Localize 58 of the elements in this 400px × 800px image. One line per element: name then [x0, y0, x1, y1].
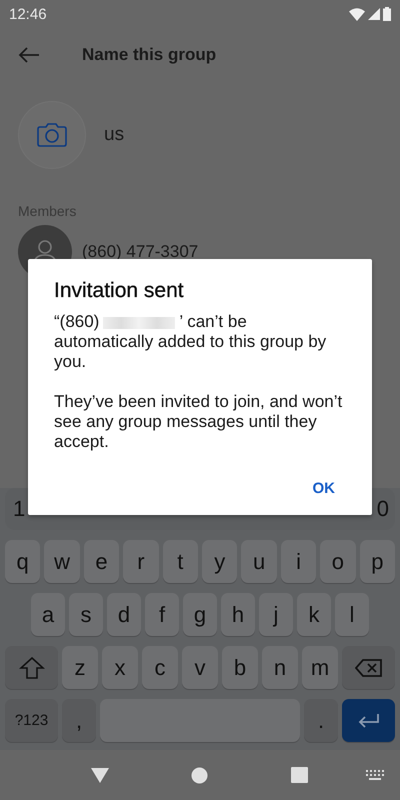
shift-key[interactable] — [5, 646, 58, 689]
letter-key[interactable]: u — [241, 540, 277, 583]
dialog-message: “(860) ’ can’t be automatically added to this group by you. — [54, 312, 328, 372]
signal-icon — [368, 8, 380, 20]
letter-key[interactable]: e — [84, 540, 120, 583]
letter-key[interactable]: v — [182, 646, 218, 689]
back-button[interactable] — [18, 47, 40, 63]
punctuation-key[interactable]: , — [62, 699, 96, 742]
letter-key[interactable]: r — [123, 540, 159, 583]
back-nav-button[interactable] — [91, 768, 109, 782]
letter-key[interactable]: h — [221, 593, 255, 636]
letter-key[interactable]: t — [162, 540, 198, 583]
letter-key[interactable]: l — [335, 593, 369, 636]
keyboard-icon — [366, 770, 384, 780]
dialog-title: Invitation sent — [54, 279, 185, 303]
letter-key[interactable]: w — [44, 540, 80, 583]
punctuation-key[interactable]: . — [304, 699, 338, 742]
member-phone: (860) 477-3307 — [82, 242, 198, 262]
letter-key[interactable]: i — [280, 540, 316, 583]
wifi-icon — [349, 8, 365, 20]
number-key[interactable]: 1 — [13, 496, 26, 522]
group-name-field[interactable]: us — [104, 124, 124, 146]
letter-key[interactable]: m — [302, 646, 338, 689]
letter-key[interactable]: x — [102, 646, 138, 689]
square-icon — [291, 767, 308, 783]
keyboard-switch-button[interactable] — [366, 770, 384, 780]
letter-key[interactable]: q — [4, 540, 40, 583]
letter-key[interactable]: s — [69, 593, 103, 636]
letter-key[interactable]: c — [142, 646, 178, 689]
clock-time: 12:46 — [9, 6, 47, 22]
letter-key[interactable]: d — [107, 593, 141, 636]
back-arrow-icon — [18, 47, 40, 63]
number-key[interactable]: 0 — [376, 496, 389, 522]
enter-key[interactable] — [342, 699, 395, 742]
letter-key[interactable]: y — [202, 540, 238, 583]
symbols-key[interactable]: ?123 — [5, 699, 58, 742]
home-nav-button[interactable] — [191, 766, 208, 784]
letter-key[interactable]: b — [222, 646, 258, 689]
camera-icon — [37, 123, 67, 147]
battery-icon — [383, 7, 391, 21]
letter-key[interactable]: j — [259, 593, 293, 636]
letter-key[interactable]: f — [145, 593, 179, 636]
backspace-key[interactable] — [342, 646, 395, 689]
shift-icon — [18, 656, 44, 678]
letter-key[interactable]: n — [262, 646, 298, 689]
letter-key[interactable]: z — [62, 646, 98, 689]
enter-icon — [358, 714, 380, 728]
letter-key[interactable]: p — [360, 540, 396, 583]
backspace-icon — [354, 658, 382, 676]
letter-key[interactable]: k — [297, 593, 331, 636]
triangle-icon — [91, 768, 109, 782]
ok-button[interactable]: OK — [312, 476, 335, 501]
letter-key[interactable]: g — [183, 593, 217, 636]
circle-icon — [191, 766, 208, 784]
letter-key[interactable]: a — [31, 593, 65, 636]
letter-key[interactable]: o — [320, 540, 356, 583]
screen-title: Name this group — [82, 45, 216, 65]
dialog-detail: They’ve been invited to join, and won’t see any group messages until they accept. — [54, 392, 344, 452]
